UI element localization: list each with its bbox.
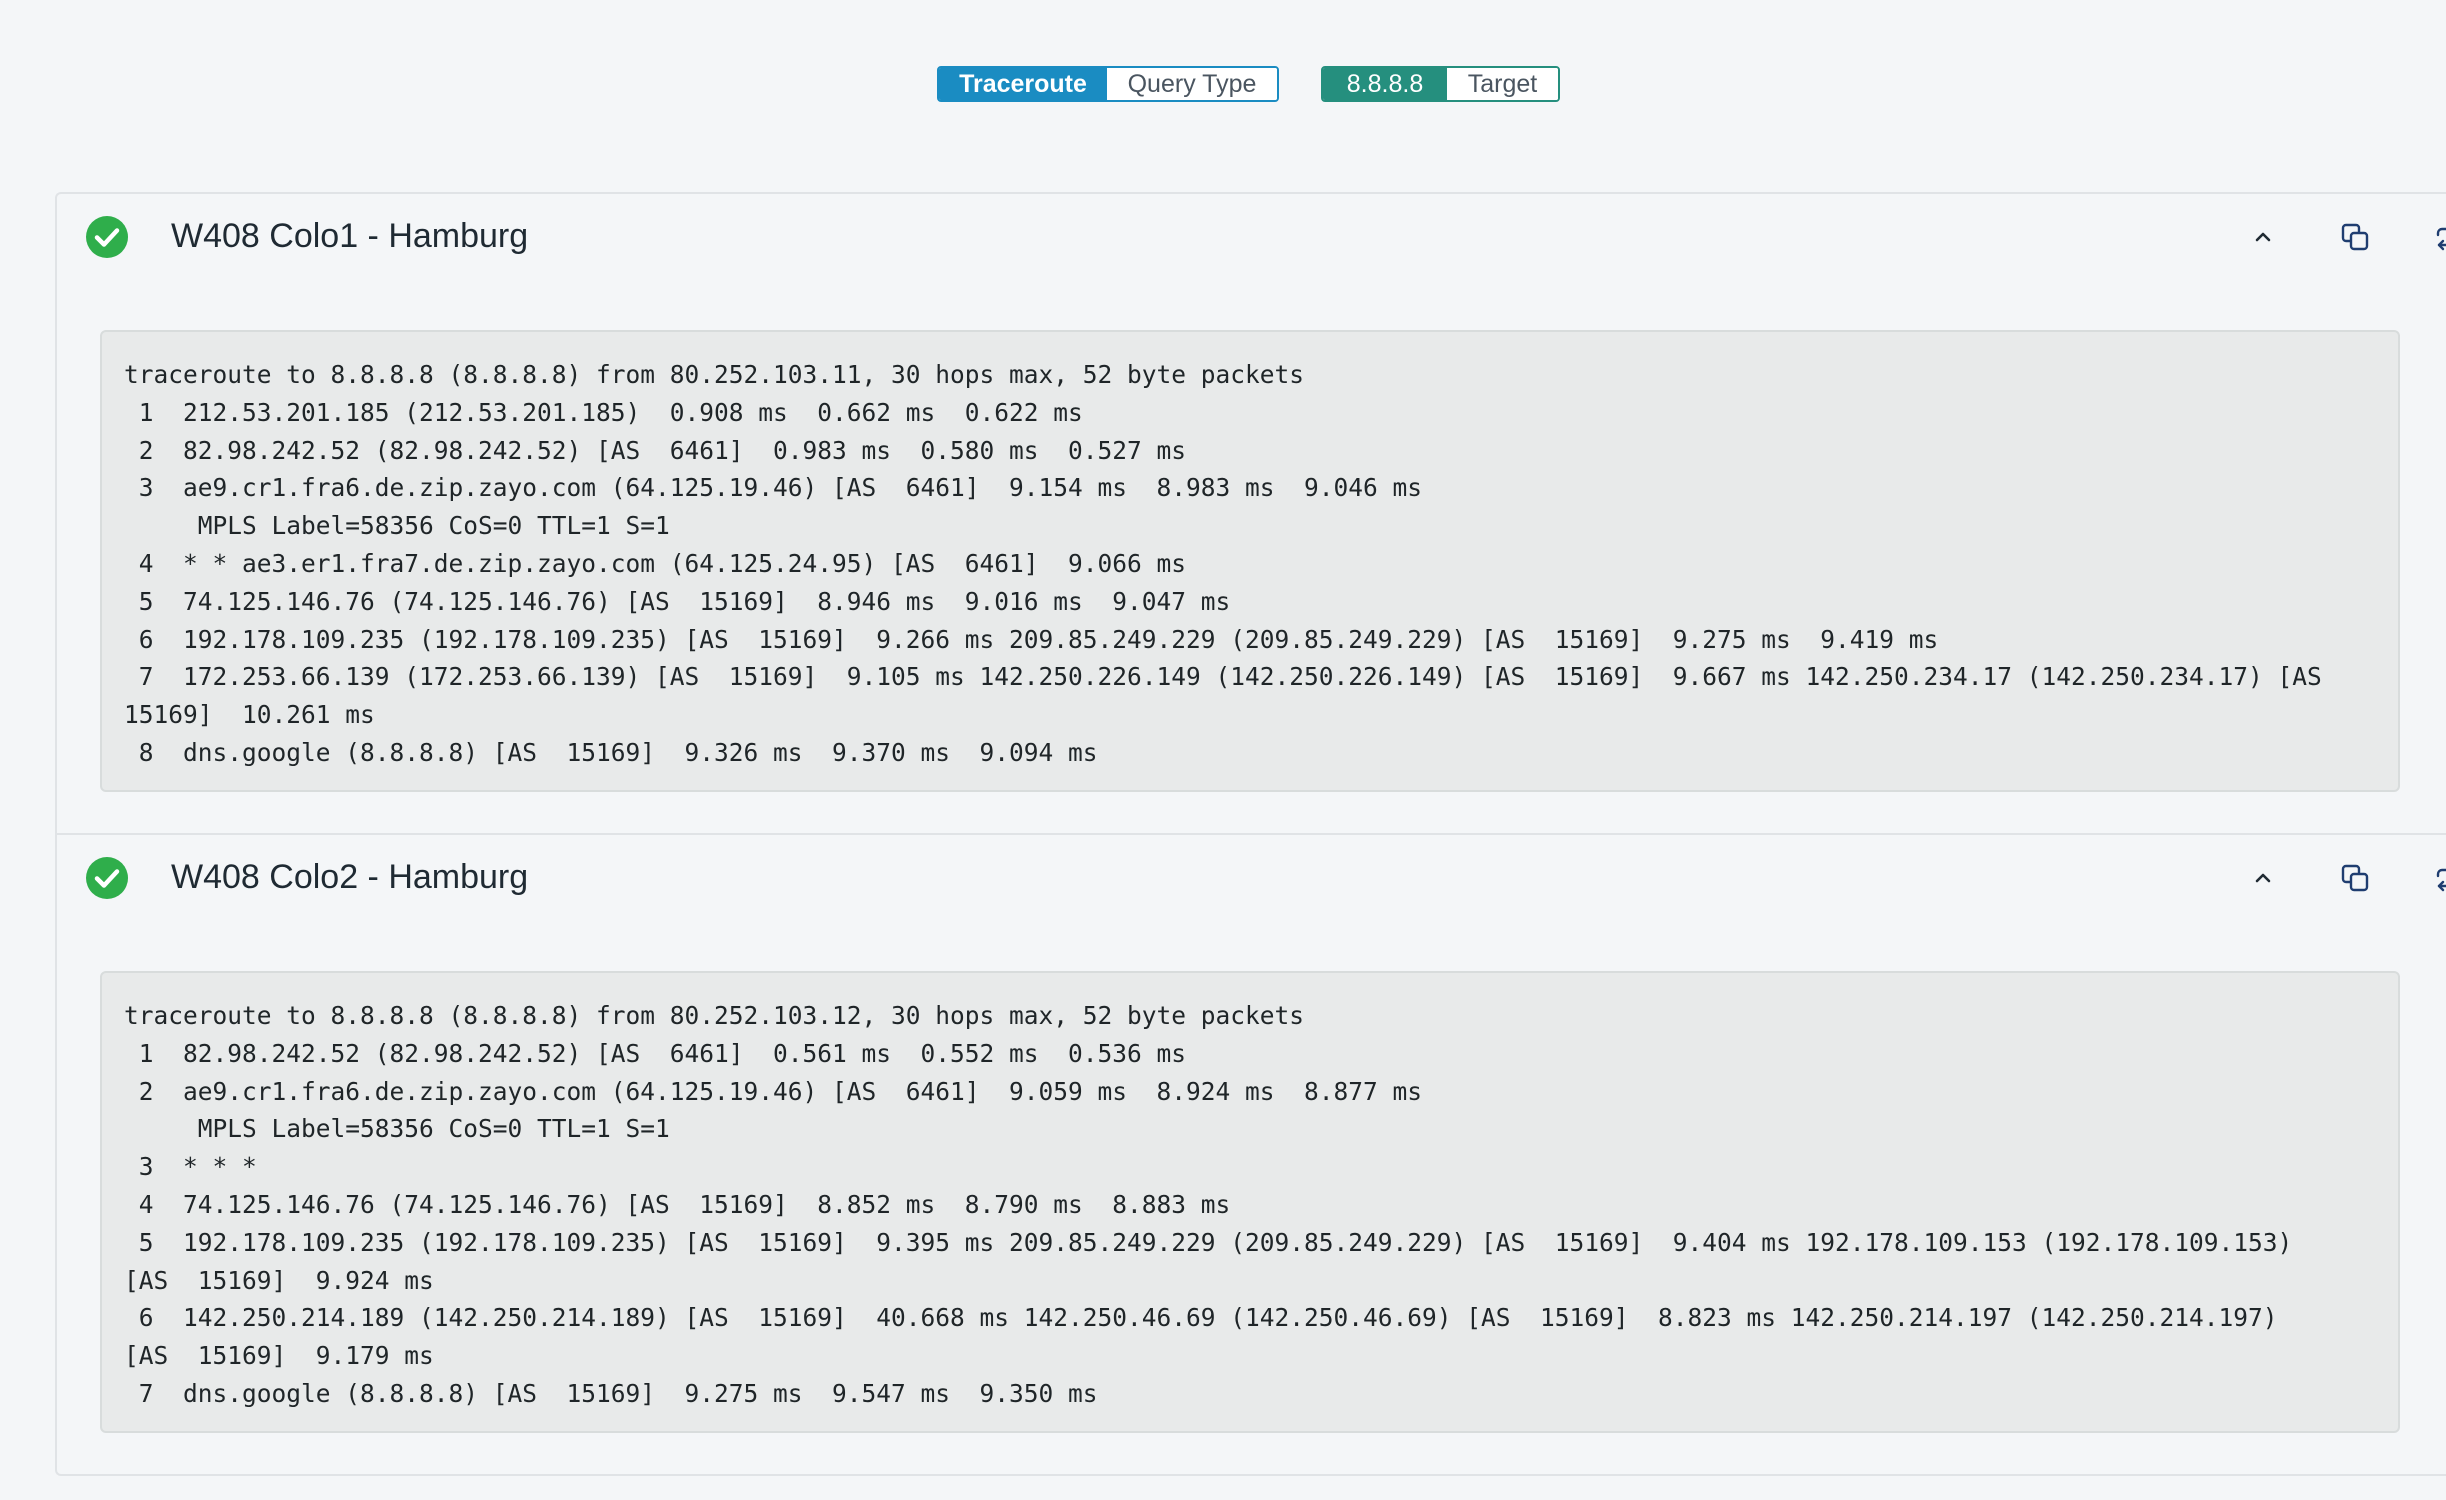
query-toolbar: Traceroute Query Type 8.8.8.8 Target: [0, 66, 2446, 106]
chevron-up-icon: [2255, 232, 2271, 242]
check-circle-icon: [86, 857, 128, 899]
result-title: W408 Colo1 - Hamburg: [171, 217, 529, 255]
result-header[interactable]: W408 Colo1 - Hamburg: [85, 212, 2446, 262]
query-type-value[interactable]: Traceroute: [939, 68, 1107, 100]
collapse-button[interactable]: [2243, 858, 2283, 898]
traceroute-output-text: traceroute to 8.8.8.8 (8.8.8.8) from 80.…: [124, 1001, 2293, 1408]
result-panel: W408 Colo1 - Hamburg traceroute to 8.8.8…: [57, 194, 2446, 835]
refresh-button[interactable]: [2429, 858, 2446, 898]
refresh-button[interactable]: [2429, 217, 2446, 257]
check-circle-icon: [86, 216, 128, 258]
traceroute-output[interactable]: traceroute to 8.8.8.8 (8.8.8.8) from 80.…: [100, 971, 2400, 1433]
copy-icon: [2341, 864, 2369, 892]
query-type-label[interactable]: Query Type: [1107, 68, 1277, 100]
traceroute-output[interactable]: traceroute to 8.8.8.8 (8.8.8.8) from 80.…: [100, 330, 2400, 792]
result-title: W408 Colo2 - Hamburg: [171, 858, 529, 896]
chevron-up-icon: [2255, 873, 2271, 883]
target-label[interactable]: Target: [1447, 68, 1558, 100]
copy-icon: [2341, 223, 2369, 251]
query-type-selector[interactable]: Traceroute Query Type: [937, 66, 1279, 102]
result-panel: W408 Colo2 - Hamburg traceroute to 8.8.8…: [57, 835, 2446, 1476]
results-container: W408 Colo1 - Hamburg traceroute to 8.8.8…: [55, 192, 2446, 1476]
target-selector[interactable]: 8.8.8.8 Target: [1321, 66, 1560, 102]
refresh-icon: [2436, 227, 2446, 251]
copy-button[interactable]: [2335, 217, 2375, 257]
refresh-icon: [2436, 868, 2446, 892]
target-value[interactable]: 8.8.8.8: [1323, 68, 1447, 100]
traceroute-output-text: traceroute to 8.8.8.8 (8.8.8.8) from 80.…: [124, 360, 2322, 767]
copy-button[interactable]: [2335, 858, 2375, 898]
collapse-button[interactable]: [2243, 217, 2283, 257]
result-header[interactable]: W408 Colo2 - Hamburg: [85, 853, 2446, 903]
